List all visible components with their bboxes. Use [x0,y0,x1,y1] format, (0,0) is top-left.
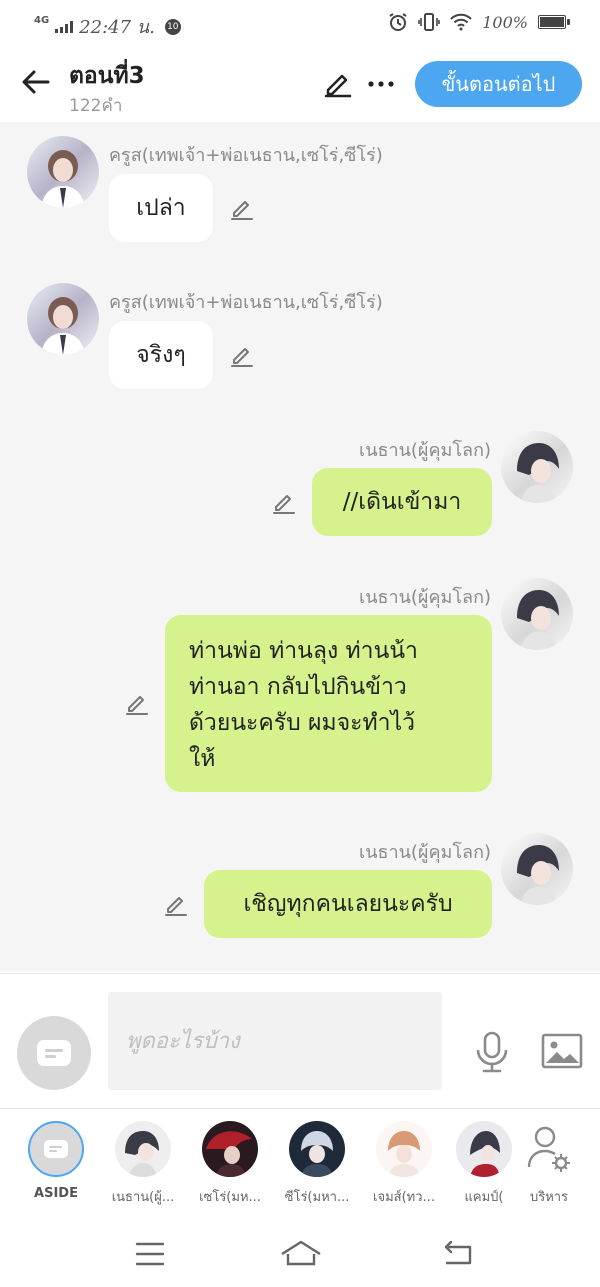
alarm-icon [389,13,407,31]
character-label: เจมส์(ทว... [373,1190,435,1205]
more-button[interactable] [365,68,397,100]
message-line: ด้วยนะครับ ผมจะทำไว้ [189,710,416,736]
character-label: เนธาน(ผู้... [111,1190,175,1205]
character-item[interactable]: แคมป์( [448,1121,520,1207]
character-aside[interactable]: ASIDE [20,1121,92,1201]
character-item[interactable]: ซีโร่(มหา... [281,1121,353,1207]
menu-icon [135,1242,165,1266]
sender-name: เนธาน(ผู้คุมโลก) [359,440,491,461]
status-left: 4G 22:47 น. 10 [34,12,181,41]
avatar [115,1121,171,1177]
message-bubble[interactable]: เปล่า [109,174,213,242]
aside-toggle-button[interactable] [17,1016,91,1090]
character-label: บริหาร [529,1190,569,1205]
avatar [202,1121,258,1177]
chat-bubble-icon [44,1140,68,1158]
avatar[interactable] [501,578,573,650]
more-horizontal-icon [368,81,394,87]
character-label: ASIDE [34,1186,78,1201]
character-item[interactable]: เซโร่(มห... [194,1121,266,1207]
message-bubble[interactable]: จริงๆ [109,321,213,389]
avatar [376,1121,432,1177]
message-bubble[interactable]: //เดินเข้ามา [312,468,492,536]
character-label: ซีโร่(มหา... [284,1190,350,1205]
next-step-button[interactable]: ขั้นตอนต่อไป [415,61,582,107]
character-bar: ASIDE เนธาน(ผู้... เซโร่(มห... ซีโร่(มหา… [0,1108,600,1221]
sender-name: เนธาน(ผู้คุมโลก) [359,587,491,608]
user-settings-icon [521,1121,577,1177]
status-right: 100% [388,12,570,32]
pencil-icon[interactable] [163,891,189,917]
character-item[interactable]: เนธาน(ผู้... [107,1121,179,1207]
avatar[interactable] [501,833,573,905]
back-icon [444,1240,472,1265]
status-bar: 4G 22:47 น. 10 100% [0,0,600,48]
signal-icon [55,20,74,33]
vibrate-icon [418,13,441,31]
header: ตอนที่3 122คำ ขั้นตอนต่อไป [0,48,600,122]
sender-name: เนธาน(ผู้คุมโลก) [359,842,491,863]
home-icon [281,1240,321,1266]
arrow-left-icon [22,70,50,94]
avatar[interactable] [27,283,99,355]
edit-title-button[interactable] [322,68,354,100]
notification-badge: 10 [164,18,181,35]
battery-icon [538,15,570,29]
clock: 22:47 น. [79,17,155,38]
character-item[interactable]: เจมส์(ทว... [368,1121,440,1207]
mic-button[interactable] [472,1030,512,1074]
avatar[interactable] [27,136,99,208]
character-label: เซโร่(มห... [199,1190,261,1205]
microphone-icon [476,1031,508,1073]
sender-name: ครูส(เทพเจ้า+พ่อเนธาน,เซโร่,ซีโร่) [109,292,383,313]
avatar[interactable] [501,431,573,503]
system-nav-bar [0,1220,600,1287]
wifi-icon [450,13,472,31]
system-back-button[interactable] [438,1234,478,1274]
pencil-icon[interactable] [124,690,150,716]
character-label: แคมป์( [464,1190,504,1205]
avatar [456,1121,512,1177]
back-button[interactable] [18,64,54,100]
home-button[interactable] [279,1234,321,1274]
message-line: ท่านอา กลับไปกินข้าว [189,674,407,700]
word-count: 122คำ [69,96,123,116]
message-line: ท่านพ่อ ท่านลุง ท่านน้า [189,638,418,664]
page-title: ตอนที่3 [69,63,145,89]
pencil-icon [324,74,352,98]
message-bubble[interactable]: ท่านพ่อ ท่านลุง ท่านน้า ท่านอา กลับไปกิน… [165,615,492,792]
chat-area[interactable]: ครูส(เทพเจ้า+พ่อเนธาน,เซโร่,ซีโร่) เปล่า… [0,122,600,972]
manage-characters-button[interactable]: บริหาร [513,1121,585,1207]
chat-bubble-icon [37,1040,71,1066]
aside-avatar [28,1121,84,1177]
composer [0,973,600,1108]
message-input[interactable] [108,992,442,1090]
network-type: 4G [34,14,50,26]
image-button[interactable] [541,1033,583,1069]
menu-button[interactable] [130,1234,170,1274]
battery-percent: 100% [482,12,528,32]
pencil-icon[interactable] [271,489,297,515]
message-line: ให้ [189,746,216,772]
pencil-icon[interactable] [229,342,255,368]
avatar [289,1121,345,1177]
sender-name: ครูส(เทพเจ้า+พ่อเนธาน,เซโร่,ซีโร่) [109,145,383,166]
message-bubble[interactable]: เชิญทุกคนเลยนะครับ [204,870,492,938]
pencil-icon[interactable] [229,195,255,221]
image-icon [541,1033,583,1069]
